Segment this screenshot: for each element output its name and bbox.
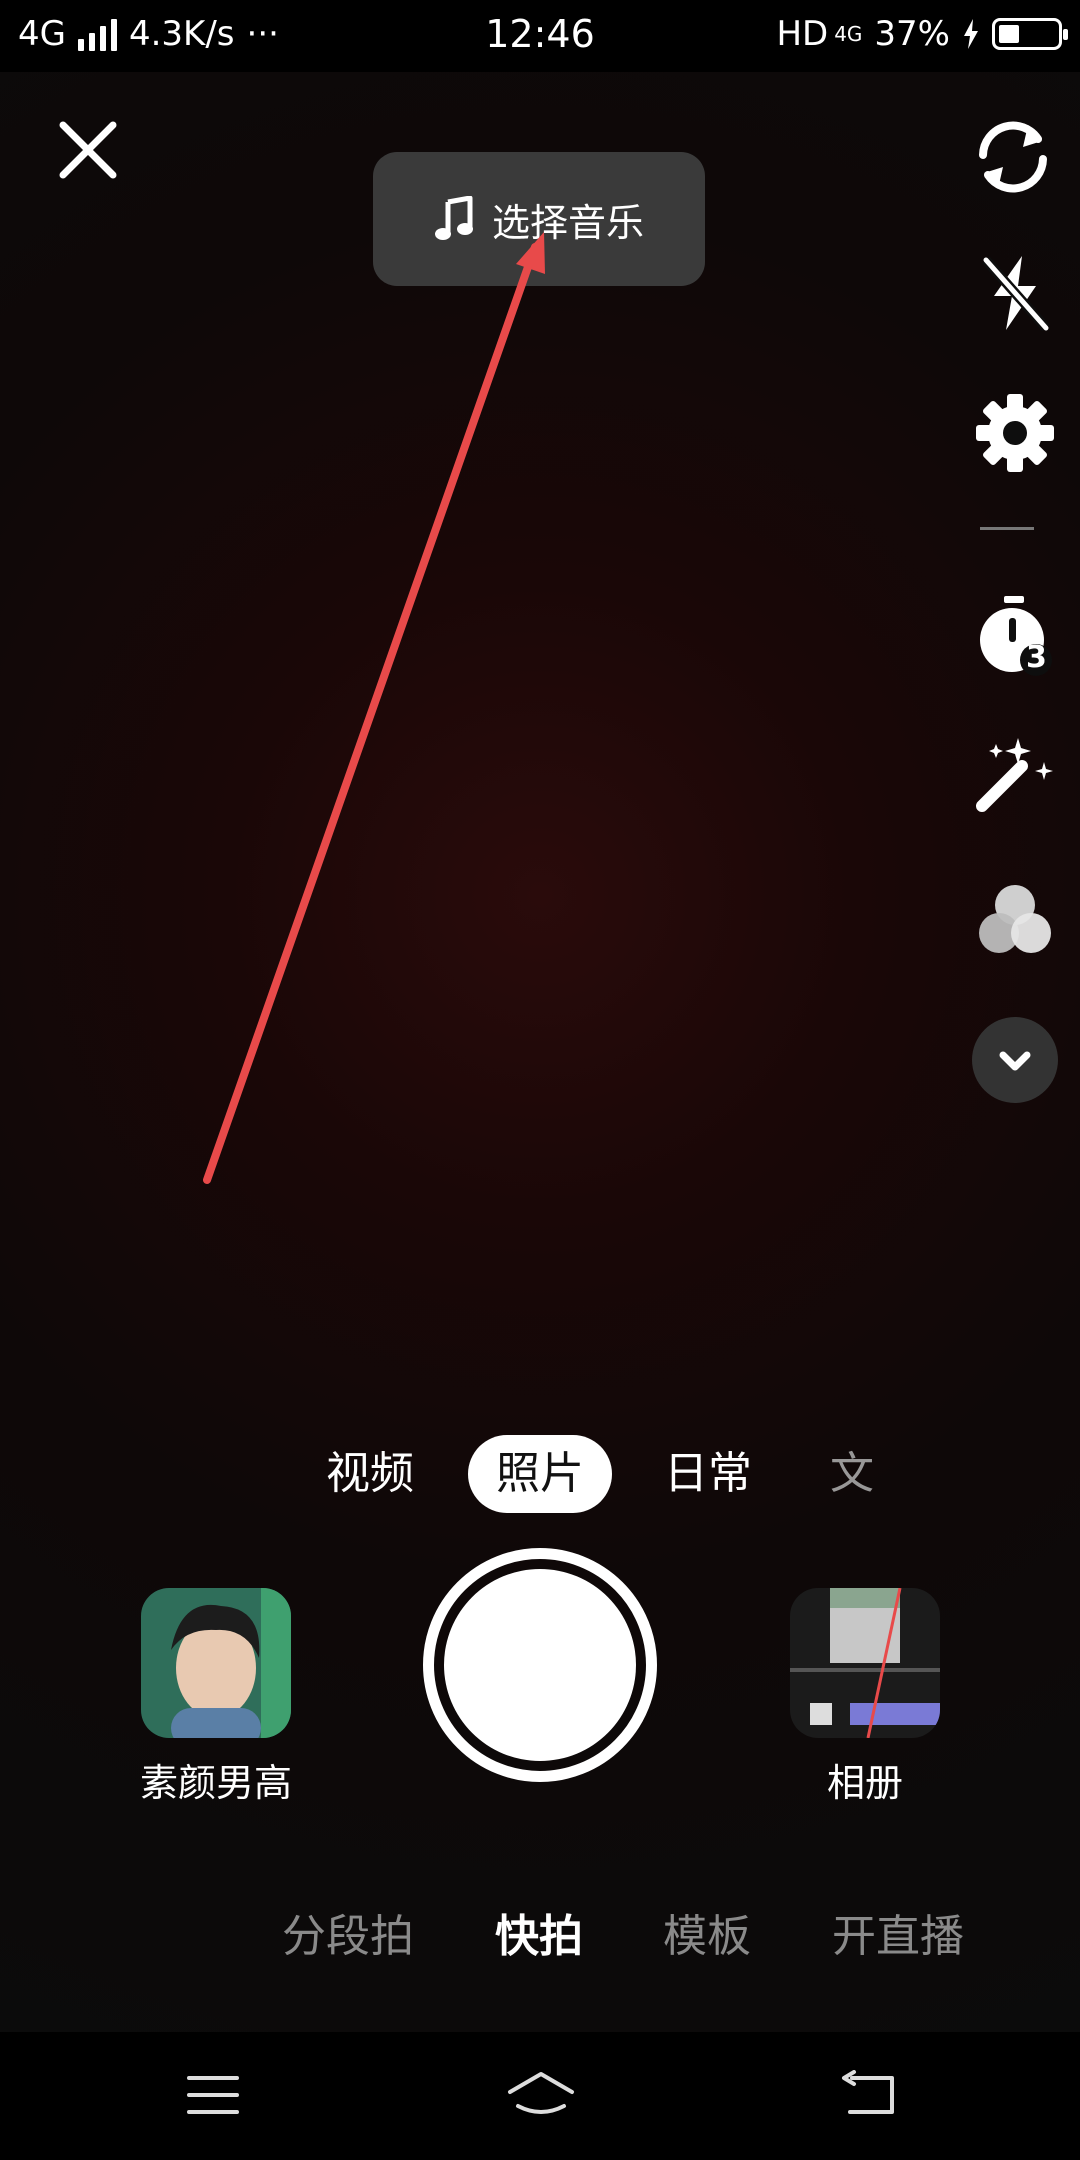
charging-icon bbox=[964, 19, 978, 49]
home-icon[interactable] bbox=[506, 2070, 576, 2126]
album-preview-image bbox=[790, 1588, 940, 1738]
settings-gear-icon[interactable] bbox=[972, 390, 1058, 476]
album-thumbnail[interactable] bbox=[790, 1588, 940, 1738]
effect-thumbnail[interactable] bbox=[141, 1588, 291, 1738]
chevron-down-icon bbox=[999, 1051, 1031, 1071]
mode-tab-daily[interactable]: 日常 bbox=[664, 1435, 752, 1513]
capture-mode-tabs: 视频 照片 日常 文 bbox=[0, 1435, 1080, 1515]
select-music-button[interactable]: 选择音乐 bbox=[373, 152, 705, 286]
music-note-icon bbox=[434, 196, 473, 240]
tab-quick-shoot[interactable]: 快拍 bbox=[495, 1900, 583, 1964]
tab-go-live[interactable]: 开直播 bbox=[832, 1900, 964, 1964]
expand-more-button[interactable] bbox=[972, 1017, 1058, 1103]
back-icon[interactable] bbox=[840, 2070, 900, 2120]
shutter-inner bbox=[444, 1569, 636, 1761]
mode-tab-photo[interactable]: 照片 bbox=[468, 1435, 612, 1513]
filter-icon[interactable] bbox=[972, 877, 1058, 963]
mode-tab-video[interactable]: 视频 bbox=[326, 1435, 414, 1513]
timer-button[interactable]: 3 bbox=[972, 590, 1058, 680]
menu-icon[interactable] bbox=[185, 2070, 241, 2120]
shutter-button[interactable] bbox=[423, 1548, 657, 1782]
hd-indicator: HD bbox=[776, 14, 829, 54]
flash-off-icon[interactable] bbox=[972, 250, 1058, 336]
flip-camera-icon[interactable] bbox=[968, 117, 1058, 197]
toolbar-divider bbox=[980, 527, 1034, 530]
system-nav-bar bbox=[0, 2032, 1080, 2160]
close-icon[interactable] bbox=[55, 117, 121, 183]
tab-segment-shoot[interactable]: 分段拍 bbox=[282, 1900, 414, 1964]
camera-viewfinder[interactable]: 选择音乐 3 视频 照片 日常 文 素颜男高 相册 分段拍 快拍 模板 开直播 bbox=[0, 72, 1080, 2032]
shooting-type-tabs: 分段拍 快拍 模板 开直播 bbox=[0, 1900, 1080, 1970]
effect-label: 素颜男高 bbox=[139, 1761, 292, 1805]
timer-badge: 3 bbox=[1026, 640, 1047, 675]
battery-icon bbox=[992, 18, 1068, 50]
battery-percent: 37% bbox=[874, 14, 950, 54]
effect-preview-image bbox=[141, 1588, 291, 1738]
beauty-magic-wand-icon[interactable] bbox=[968, 732, 1058, 818]
network-small: 4G bbox=[834, 22, 863, 46]
mode-tab-text[interactable]: 文 bbox=[830, 1435, 874, 1513]
status-right: HD 4G 37% bbox=[776, 14, 1068, 54]
tab-template[interactable]: 模板 bbox=[663, 1900, 751, 1964]
status-bar: 4G 4.3K/s ··· 12:46 HD 4G 37% bbox=[0, 0, 1080, 72]
select-music-label: 选择音乐 bbox=[491, 200, 644, 245]
album-label: 相册 bbox=[826, 1761, 903, 1805]
